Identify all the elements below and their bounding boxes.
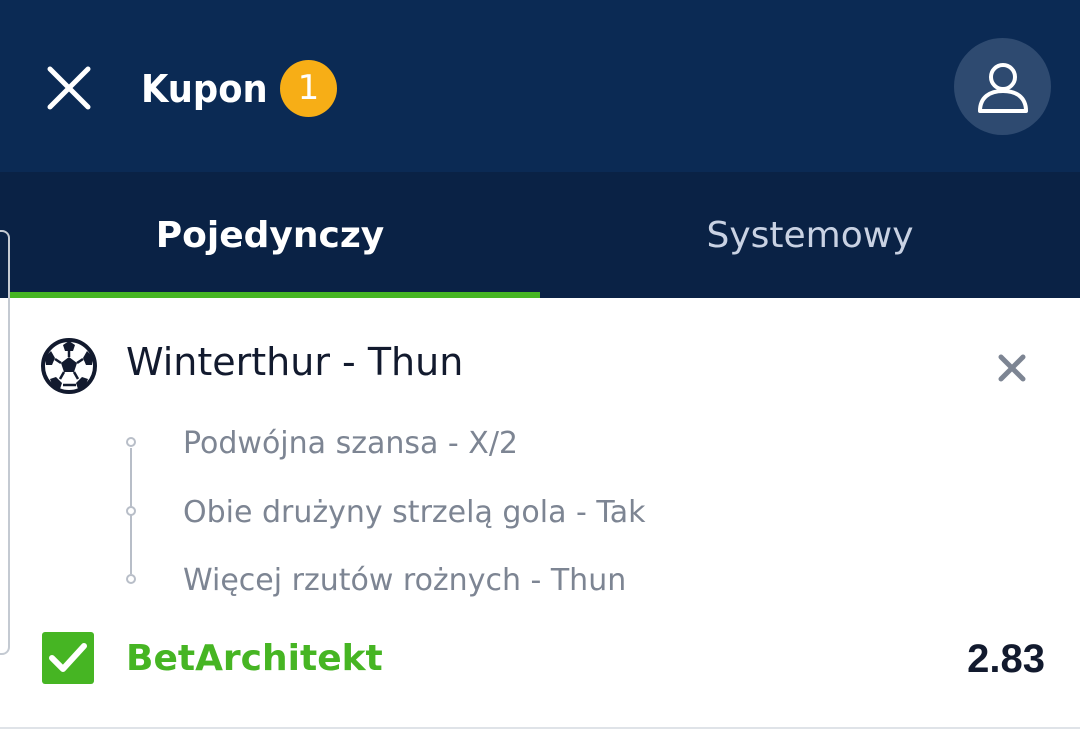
tab-single[interactable]: Pojedynczy	[0, 172, 540, 298]
tab-system[interactable]: Systemowy	[540, 172, 1080, 298]
bet-builder-label: BetArchitekt	[126, 638, 383, 679]
page-title: Kupon	[141, 67, 268, 111]
odds-value: 2.83	[967, 637, 1045, 681]
timeline-dot	[126, 437, 136, 447]
profile-button[interactable]	[954, 38, 1051, 135]
coupon-header: Kupon 1	[0, 0, 1080, 172]
checkmark-icon	[49, 643, 87, 672]
bet-builder-checkbox[interactable]	[42, 632, 94, 684]
close-button[interactable]	[44, 63, 94, 113]
user-icon	[978, 63, 1028, 113]
selection-timeline	[124, 434, 138, 586]
close-icon	[998, 354, 1026, 382]
close-icon	[47, 66, 91, 110]
divider	[0, 727, 1080, 729]
timeline-dot	[126, 574, 136, 584]
timeline-dot	[126, 506, 136, 516]
bet-type-tabs: Pojedynczy Systemowy	[0, 172, 1080, 298]
selection-item: Więcej rzutów rożnych - Thun	[183, 563, 627, 598]
remove-bet-button[interactable]	[994, 350, 1030, 386]
selection-item: Podwójna szansa - X/2	[183, 426, 519, 461]
soccer-ball-icon	[41, 338, 97, 394]
selection-item: Obie drużyny strzelą gola - Tak	[183, 495, 646, 530]
event-name: Winterthur - Thun	[126, 340, 464, 384]
bet-card: Winterthur - Thun Podwójna szansa - X/2 …	[0, 298, 1080, 728]
selection-count-badge: 1	[280, 60, 337, 117]
